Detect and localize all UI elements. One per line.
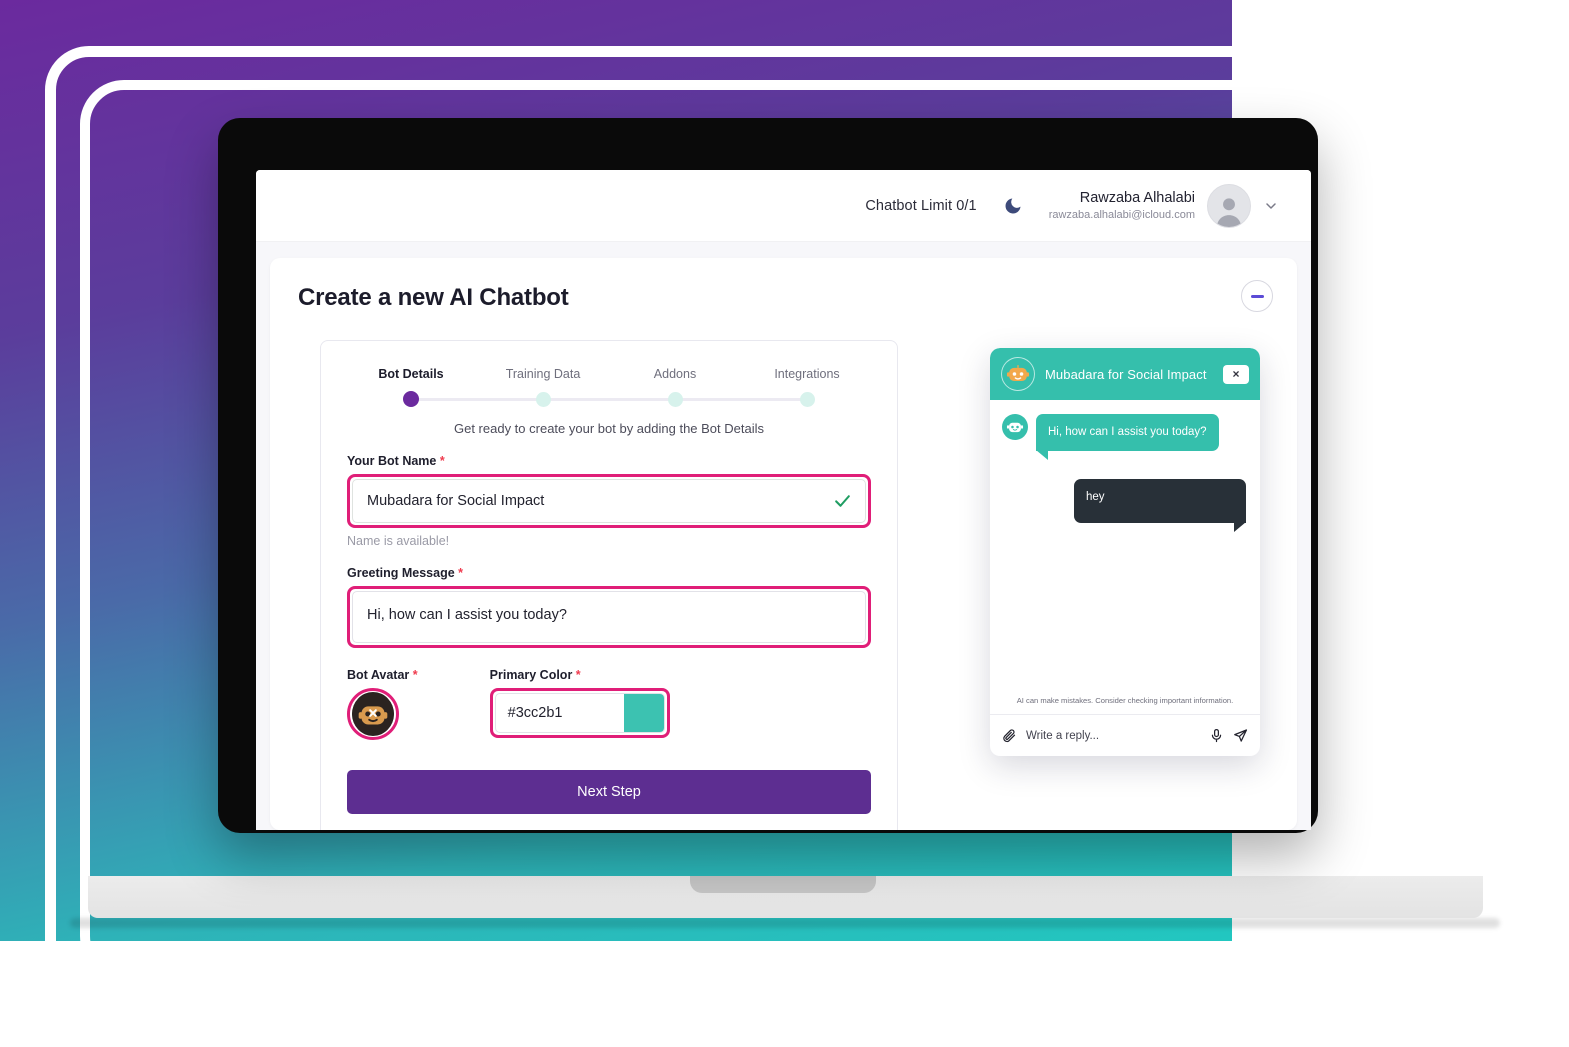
greeting-message-required-mark: * [458, 566, 464, 580]
primary-color-input-row: #3cc2b1 [494, 693, 665, 733]
step-dot-integrations[interactable] [799, 391, 815, 407]
check-icon [835, 495, 850, 507]
stepper-track [355, 391, 863, 407]
bot-avatar-label: Bot Avatar * [347, 668, 418, 682]
primary-color-label: Primary Color * [490, 668, 670, 682]
microphone-icon[interactable] [1209, 728, 1224, 743]
next-step-button[interactable]: Next Step [347, 770, 871, 814]
close-icon[interactable]: × [1223, 364, 1249, 384]
annotation-ring-bot-avatar[interactable] [347, 688, 399, 740]
user-name: Rawzaba Alhalabi [1079, 189, 1195, 206]
chat-bubble-user: hey [1074, 478, 1246, 532]
laptop-shadow [70, 918, 1500, 928]
bot-details-form: Bot Details Training Data Addons Integra… [320, 340, 898, 830]
chat-message-bot: Hi, how can I assist you today? [1002, 414, 1248, 460]
annotation-ring-greeting-message: Hi, how can I assist you today? [347, 586, 871, 648]
chat-reply-input[interactable]: Write a reply... [1026, 730, 1200, 742]
chat-message-avatar [1002, 414, 1028, 440]
stepper: Bot Details Training Data Addons Integra… [347, 367, 871, 436]
greeting-message-input[interactable]: Hi, how can I assist you today? [352, 591, 866, 643]
chat-widget-body: Hi, how can I assist you today? hey [990, 400, 1260, 696]
field-bot-name: Your Bot Name * Mubadara for Social Impa… [347, 454, 871, 548]
field-bot-avatar: Bot Avatar * [347, 668, 418, 740]
primary-color-swatch[interactable] [623, 694, 664, 732]
chat-widget-preview: Mubadara for Social Impact × Hi, how can… [990, 348, 1260, 756]
step-dot-wrap-2 [487, 391, 599, 407]
bot-face-icon [1006, 422, 1024, 433]
chat-bubble-bot: Hi, how can I assist you today? [1036, 414, 1219, 460]
laptop-mockup: Chatbot Limit 0/1 Rawzaba Alhalabi rawza… [70, 118, 1500, 928]
moon-icon [1005, 198, 1021, 213]
annotation-ring-bot-name: Mubadara for Social Impact [347, 474, 871, 528]
step-label-training-data[interactable]: Training Data [487, 367, 599, 381]
user-email: rawzaba.alhalabi@icloud.com [1048, 208, 1195, 221]
primary-color-required-mark: * [575, 668, 581, 682]
user-info: Rawzaba Alhalabi rawzaba.alhalabi@icloud… [1049, 189, 1195, 223]
minus-icon [1250, 294, 1264, 298]
stepper-labels: Bot Details Training Data Addons Integra… [355, 367, 863, 381]
avatar[interactable] [1207, 183, 1251, 228]
bot-name-input-wrap: Mubadara for Social Impact [352, 479, 866, 523]
step-dot-wrap-3 [619, 391, 731, 407]
bot-name-input[interactable]: Mubadara for Social Impact [352, 479, 866, 523]
app-body: Create a new AI Chatbot Bot Details Trai… [256, 242, 1311, 830]
step-label-bot-details[interactable]: Bot Details [355, 367, 467, 381]
avatar-color-row: Bot Avatar * Primary Color * #3cc2b1 [347, 668, 871, 740]
annotation-ring-primary-color: #3cc2b1 [489, 688, 670, 738]
greeting-message-label-text: Greeting Message [347, 566, 455, 580]
theme-toggle-button[interactable] [1003, 196, 1023, 216]
user-menu[interactable]: Rawzaba Alhalabi rawzaba.alhalabi@icloud… [1049, 183, 1279, 228]
content-row: Bot Details Training Data Addons Integra… [298, 340, 1269, 830]
step-dot-bot-details[interactable] [403, 391, 419, 407]
step-dot-wrap-1 [355, 391, 467, 407]
bot-name-helper-text: Name is available! [347, 534, 450, 548]
chatbot-limit-label: Chatbot Limit 0/1 [865, 197, 977, 214]
user-avatar-icon [1216, 197, 1242, 227]
app-header: Chatbot Limit 0/1 Rawzaba Alhalabi rawza… [256, 170, 1311, 242]
field-primary-color: Primary Color * #3cc2b1 [489, 668, 670, 738]
bot-face-icon [1006, 365, 1030, 382]
composition-stage: Chatbot Limit 0/1 Rawzaba Alhalabi rawza… [0, 0, 1569, 1047]
greeting-message-label: Greeting Message * [347, 566, 871, 580]
step-label-addons[interactable]: Addons [619, 367, 731, 381]
laptop-screen: Chatbot Limit 0/1 Rawzaba Alhalabi rawza… [256, 170, 1311, 830]
bot-name-required-mark: * [439, 454, 445, 468]
paperclip-icon[interactable] [1002, 728, 1017, 743]
chat-header-avatar [1001, 357, 1035, 391]
chat-disclaimer: AI can make mistakes. Consider checking … [1016, 696, 1234, 705]
laptop-notch [690, 876, 876, 893]
step-dot-wrap-4 [751, 391, 863, 407]
step-label-integrations[interactable]: Integrations [751, 367, 863, 381]
bot-name-label: Your Bot Name * [347, 454, 871, 468]
stepper-hint: Get ready to create your bot by adding t… [453, 421, 764, 436]
chat-input-bar: Write a reply... [990, 714, 1260, 756]
chat-message-user: hey [1002, 478, 1248, 532]
field-greeting-message: Greeting Message * Hi, how can I assist … [347, 566, 871, 648]
collapse-button[interactable] [1241, 280, 1273, 312]
send-icon[interactable] [1233, 728, 1248, 743]
page-title: Create a new AI Chatbot [298, 284, 569, 311]
primary-color-input[interactable]: #3cc2b1 [496, 694, 624, 732]
bot-avatar-image[interactable] [352, 692, 394, 736]
chevron-down-icon[interactable] [1263, 198, 1279, 214]
bot-avatar-label-text: Bot Avatar [347, 668, 410, 682]
step-dot-training-data[interactable] [535, 391, 551, 407]
bot-avatar-icon [352, 693, 394, 735]
chat-widget-title: Mubadara for Social Impact [1045, 366, 1207, 382]
bot-name-label-text: Your Bot Name [347, 454, 437, 468]
page-card: Create a new AI Chatbot Bot Details Trai… [270, 258, 1297, 830]
chat-widget-header: Mubadara for Social Impact × [990, 348, 1260, 400]
bot-avatar-required-mark: * [412, 668, 418, 682]
step-dot-addons[interactable] [667, 391, 683, 407]
primary-color-label-text: Primary Color [489, 668, 573, 682]
